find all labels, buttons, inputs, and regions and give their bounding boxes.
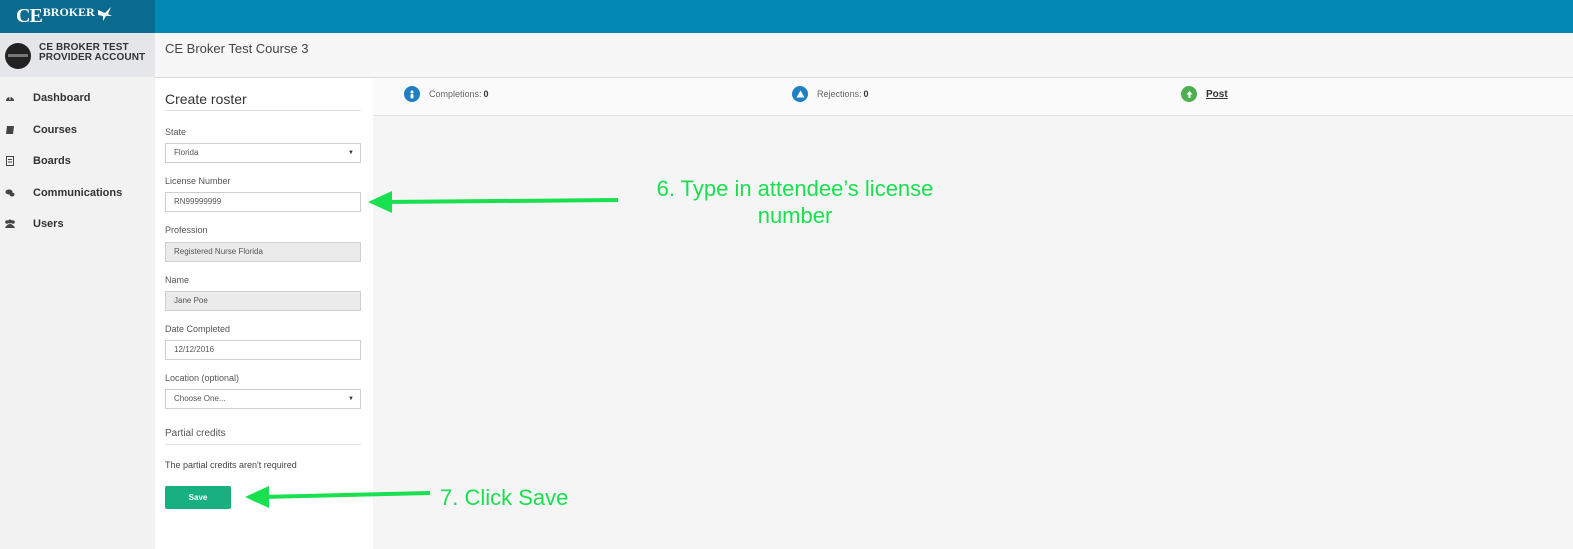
arrow-to-license-input	[368, 191, 619, 213]
annotation-arrows	[245, 191, 619, 508]
arrow-to-save-button	[245, 486, 431, 508]
